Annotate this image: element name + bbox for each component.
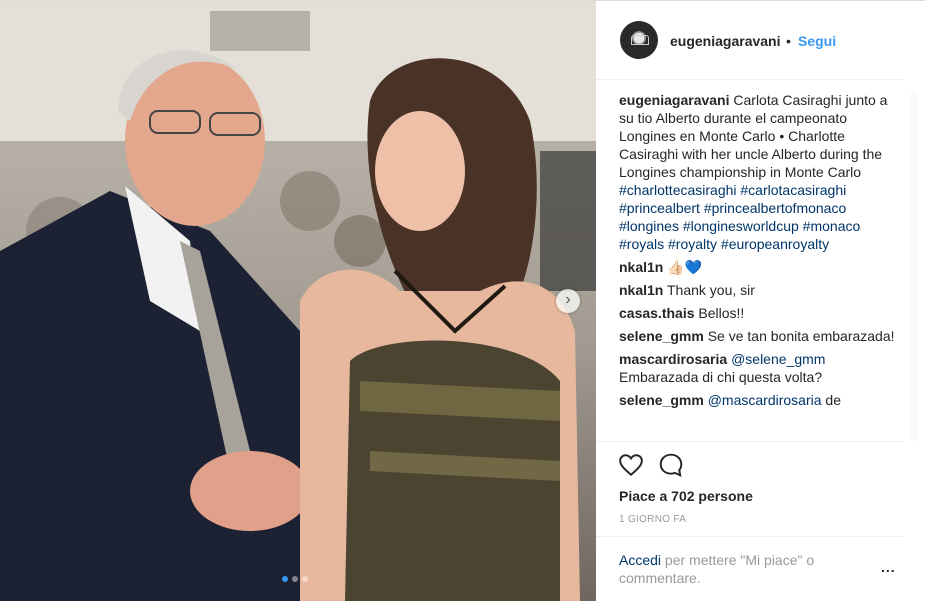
more-options-button[interactable]: ... (881, 559, 896, 575)
comment-username[interactable]: mascardirosaria (619, 351, 727, 367)
comment-text: 👍🏻💙 (667, 259, 703, 275)
login-prompt: Accedi per mettere "Mi piace" o commenta… (596, 536, 904, 586)
comments-list[interactable]: eugeniagaravani Carlota Casiraghi junto … (619, 91, 904, 441)
carousel-next-button[interactable]: › (556, 289, 580, 313)
instagram-post: › eugeniagaravani • Segui eugeniagaravan… (0, 0, 925, 601)
post-header: eugeniagaravani • Segui (596, 1, 904, 80)
comment-username[interactable]: nkal1n (619, 259, 663, 275)
comment-text: Thank you, sir (667, 282, 755, 298)
comment-item: selene_gmm @mascardirosaria de (619, 391, 904, 409)
comment-text: de (825, 392, 841, 408)
likes-count[interactable]: Piace a 702 persone (619, 488, 753, 504)
avatar[interactable] (620, 21, 658, 59)
caption-hashtags[interactable]: #charlottecasiraghi #carlotacasiraghi #p… (619, 182, 860, 252)
carousel-dot-active (282, 576, 288, 582)
comment-text: Embarazada di chi questa volta? (619, 369, 823, 385)
comment-username[interactable]: casas.thais (619, 305, 695, 321)
carousel-dot (292, 576, 298, 582)
carousel-indicator (282, 576, 308, 582)
caption: eugeniagaravani Carlota Casiraghi junto … (619, 91, 904, 253)
caption-username[interactable]: eugeniagaravani (619, 92, 730, 108)
comment-mention[interactable]: @mascardirosaria (708, 392, 822, 408)
heart-icon[interactable] (618, 452, 644, 478)
comments-scrollbar[interactable] (911, 91, 917, 441)
login-link[interactable]: Accedi (619, 552, 661, 568)
comment-item: nkal1n Thank you, sir (619, 281, 904, 299)
comment-username[interactable]: selene_gmm (619, 392, 704, 408)
comment-item: selene_gmm Se ve tan bonita embarazada! (619, 327, 904, 345)
header-separator: • (786, 33, 791, 49)
comment-mention[interactable]: @selene_gmm (731, 351, 825, 367)
comment-item: casas.thais Bellos!! (619, 304, 904, 322)
comment-text: Se ve tan bonita embarazada! (707, 328, 895, 344)
post-actions: Piace a 702 persone 1 GIORNO FA Accedi p… (596, 441, 904, 602)
comment-item: mascardirosaria @selene_gmm Embarazada d… (619, 350, 904, 386)
post-timestamp: 1 GIORNO FA (619, 514, 687, 525)
post-photo[interactable]: › (0, 1, 596, 601)
comment-username[interactable]: nkal1n (619, 282, 663, 298)
comment-item: nkal1n 👍🏻💙 (619, 258, 904, 276)
header-username[interactable]: eugeniagaravani (670, 33, 781, 49)
comment-text: Bellos!! (698, 305, 745, 321)
login-prompt-text: Accedi per mettere "Mi piace" o commenta… (619, 551, 859, 587)
follow-button[interactable]: Segui (798, 33, 836, 49)
post-side-panel: eugeniagaravani • Segui eugeniagaravani … (596, 1, 925, 601)
photo-illustration (0, 1, 596, 601)
comment-username[interactable]: selene_gmm (619, 328, 704, 344)
carousel-dot (302, 576, 308, 582)
comment-icon[interactable] (658, 452, 684, 478)
